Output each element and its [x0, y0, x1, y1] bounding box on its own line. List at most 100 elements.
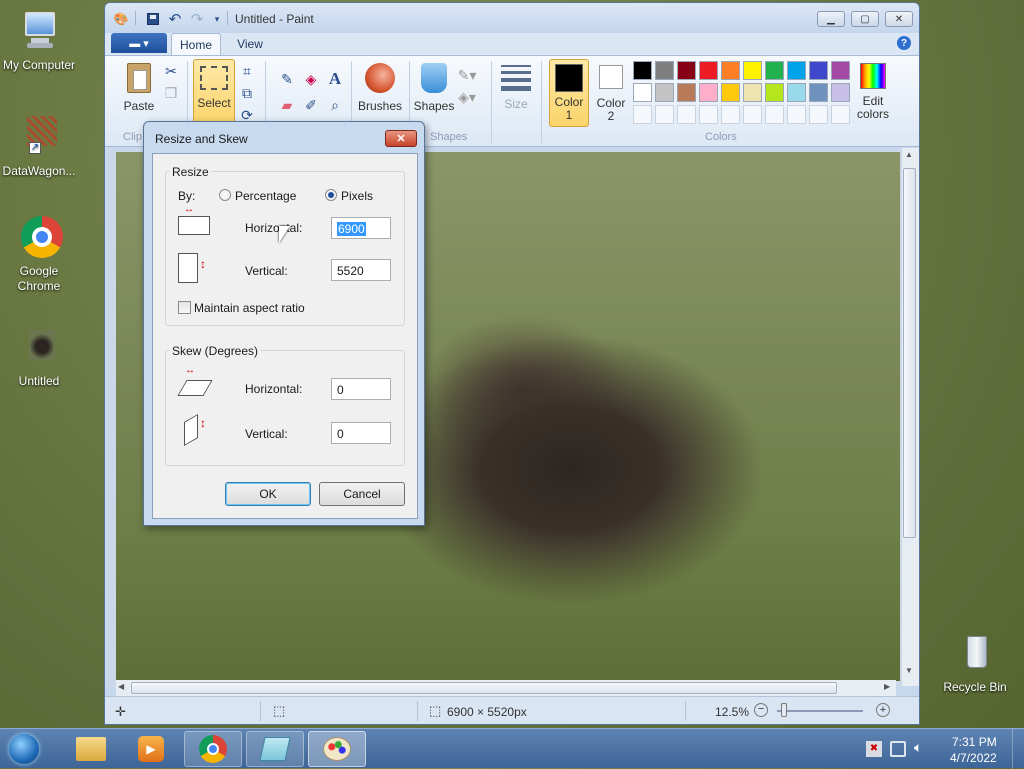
color-swatch[interactable] — [677, 105, 696, 124]
color-swatch[interactable] — [655, 83, 674, 102]
color-swatch[interactable] — [743, 105, 762, 124]
pixels-radio[interactable] — [325, 189, 337, 201]
tab-view[interactable]: View — [225, 33, 275, 55]
color-swatch[interactable] — [655, 105, 674, 124]
ok-button[interactable]: OK — [225, 482, 311, 506]
customize-qat-icon[interactable]: ▾ — [209, 11, 225, 27]
help-icon[interactable]: ? — [897, 36, 911, 50]
horizontal-scroll-thumb[interactable] — [131, 682, 837, 694]
taskbar-media-player-button[interactable]: ▶ — [122, 731, 180, 767]
color-swatch[interactable] — [809, 61, 828, 80]
desktop-icon-google-chrome[interactable]: Google Chrome — [1, 216, 77, 294]
color-swatch[interactable] — [765, 83, 784, 102]
color-swatch[interactable] — [831, 105, 850, 124]
taskbar-paint-button[interactable] — [308, 731, 366, 767]
edit-colors-button[interactable]: Edit colors — [853, 61, 893, 127]
color-swatch[interactable] — [743, 61, 762, 80]
percentage-radio[interactable] — [219, 189, 231, 201]
color-swatch[interactable] — [787, 61, 806, 80]
zoom-slider[interactable] — [777, 710, 863, 712]
zoom-out-icon[interactable]: − — [754, 703, 768, 717]
redo-icon[interactable]: ↷ — [189, 11, 205, 28]
resize-icon[interactable]: ⧉ — [237, 83, 257, 103]
clock-time[interactable]: 7:31 PM — [952, 735, 997, 749]
select-button[interactable]: Select — [193, 59, 235, 125]
color-swatch[interactable] — [831, 83, 850, 102]
paint-app-icon[interactable]: 🎨 — [113, 11, 129, 27]
text-icon[interactable]: A — [325, 69, 345, 89]
clock-date[interactable]: 4/7/2022 — [950, 751, 997, 765]
save-icon[interactable] — [145, 11, 161, 27]
scroll-left-icon[interactable]: ◀ — [118, 682, 124, 691]
color-swatch[interactable] — [831, 61, 850, 80]
paste-button[interactable]: Paste — [119, 61, 159, 125]
magnifier-icon[interactable]: ⌕ — [325, 95, 345, 115]
color-swatch[interactable] — [633, 61, 652, 80]
network-error-icon[interactable]: ✖ — [866, 741, 882, 757]
scroll-down-icon[interactable]: ▼ — [905, 666, 913, 675]
color-swatch[interactable] — [809, 83, 828, 102]
color-swatch[interactable] — [677, 83, 696, 102]
shapes-button[interactable]: Shapes — [413, 61, 455, 125]
maximize-button[interactable]: ▢ — [851, 11, 879, 27]
color-picker-icon[interactable]: ✐ — [301, 95, 321, 115]
copy-icon[interactable]: ❐ — [161, 83, 181, 103]
cancel-button[interactable]: Cancel — [319, 482, 405, 506]
show-desktop-button[interactable] — [1012, 729, 1024, 769]
pencil-icon[interactable]: ✎ — [277, 69, 297, 89]
vertical-resize-input[interactable]: 5520 — [331, 259, 391, 281]
taskbar-notepad-button[interactable] — [246, 731, 304, 767]
file-menu-tab[interactable]: ▬ ▾ — [111, 33, 167, 53]
color-swatch[interactable] — [809, 105, 828, 124]
color-swatch[interactable] — [787, 83, 806, 102]
taskbar-chrome-button[interactable] — [184, 731, 242, 767]
cut-icon[interactable]: ✂ — [161, 61, 181, 81]
volume-icon[interactable]: 🔈︎ — [914, 739, 922, 756]
desktop-icon-datawagon[interactable]: ↗ DataWagon... — [1, 116, 77, 178]
color-swatch[interactable] — [787, 105, 806, 124]
tab-home[interactable]: Home — [171, 33, 221, 55]
color-swatch[interactable] — [699, 61, 718, 80]
close-button[interactable]: ✕ — [885, 11, 913, 27]
paint-icon — [323, 737, 351, 761]
skew-horizontal-input[interactable]: 0 — [331, 378, 391, 400]
start-button[interactable] — [4, 730, 44, 768]
fill-shape-icon[interactable]: ◈▾ — [457, 87, 477, 107]
outline-icon[interactable]: ✎▾ — [457, 65, 477, 85]
color-swatch[interactable] — [699, 105, 718, 124]
color-swatch[interactable] — [655, 61, 674, 80]
color-swatch[interactable] — [633, 83, 652, 102]
size-button[interactable]: Size — [497, 61, 535, 125]
vertical-scroll-thumb[interactable] — [903, 168, 916, 538]
color2-button[interactable]: Color 2 — [593, 61, 629, 125]
dialog-close-button[interactable]: ✕ — [385, 130, 417, 147]
color-swatch[interactable] — [743, 83, 762, 102]
color-swatch[interactable] — [699, 83, 718, 102]
crop-icon[interactable]: ⌗ — [237, 61, 257, 81]
desktop-icon-untitled[interactable]: Untitled — [1, 326, 77, 388]
desktop-icon-recycle-bin[interactable]: Recycle Bin — [937, 632, 1013, 694]
undo-icon[interactable]: ↶ — [167, 11, 183, 28]
maintain-aspect-checkbox[interactable] — [178, 301, 191, 314]
scroll-right-icon[interactable]: ▶ — [884, 682, 890, 691]
color-swatch[interactable] — [633, 105, 652, 124]
minimize-button[interactable]: ▁ — [817, 11, 845, 27]
skew-vertical-input[interactable]: 0 — [331, 422, 391, 444]
fill-icon[interactable]: ◈ — [301, 69, 321, 89]
zoom-slider-thumb[interactable] — [781, 703, 787, 717]
network-icon[interactable] — [890, 741, 906, 757]
brushes-button[interactable]: Brushes — [357, 61, 403, 125]
color-swatch[interactable] — [721, 61, 740, 80]
color-swatch[interactable] — [677, 61, 696, 80]
taskbar-explorer-button[interactable] — [62, 731, 120, 767]
color1-button[interactable]: Color 1 — [549, 59, 589, 127]
desktop-icon-my-computer[interactable]: My Computer — [1, 10, 77, 72]
scroll-up-icon[interactable]: ▲ — [905, 150, 913, 159]
horizontal-resize-input[interactable]: 6900 — [331, 217, 391, 239]
color-swatch[interactable] — [721, 105, 740, 124]
eraser-icon[interactable]: ▰ — [277, 95, 297, 115]
color-swatch[interactable] — [765, 61, 784, 80]
color-swatch[interactable] — [765, 105, 784, 124]
color-swatch[interactable] — [721, 83, 740, 102]
zoom-in-icon[interactable]: + — [876, 703, 890, 717]
